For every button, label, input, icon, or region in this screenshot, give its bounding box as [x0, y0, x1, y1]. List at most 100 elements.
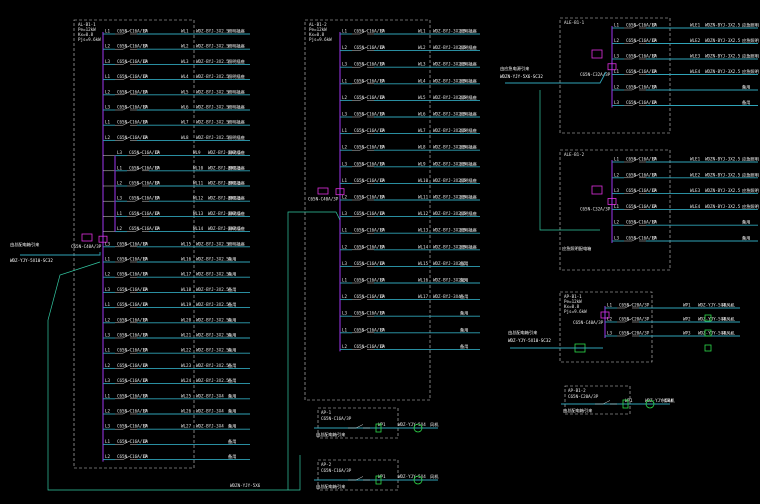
row-circuit: WP3 [683, 331, 691, 336]
row-rating: 6A [143, 409, 149, 414]
row-rating: 6A [380, 178, 386, 183]
row-rating: 6A [380, 128, 386, 133]
incoming-breaker-label: C65N-C32A/3P [580, 207, 611, 212]
row-load: 应急照明 [742, 203, 759, 210]
source-label: 由总配电箱引来 [10, 241, 40, 248]
row-cable: WDZ-BYJ-3X2.5 [196, 317, 229, 322]
row-rating: 6A [652, 100, 658, 105]
electrical-schematic: AL-B1-1Pe=12kWKx=0.8Pjs=9.6kWC65N-C40A/3… [10, 17, 759, 491]
row-rating: 6A [143, 29, 149, 34]
incoming-breaker-label: C65N-C20A/3P [568, 394, 599, 399]
row-load: 照明插座 [228, 73, 245, 80]
panel-ale-b1-2: ALE-B1-2C65N-C32A/3PL1 C65N-C16A/1P6A WLE1… [559, 149, 759, 271]
row-load: 照明插座 [228, 28, 245, 35]
row-phase: L2 [614, 172, 620, 177]
row-rating: 6A [380, 228, 386, 233]
row-load: 照明插座 [228, 164, 245, 171]
row-phase: L3 [342, 311, 348, 316]
row-phase: L1 [342, 128, 348, 133]
row-load: 照明插座 [460, 77, 477, 84]
row-load: 照明插座 [460, 44, 477, 51]
breaker-contact [602, 400, 611, 405]
row-circuit: WL3 [181, 59, 189, 64]
row-load: 排风机 [722, 316, 735, 323]
panel-id: AP-2 [321, 462, 332, 467]
row-phase: L1 [342, 228, 348, 233]
row-circuit: WP1 [378, 422, 386, 427]
row-circuit: WL15 [181, 241, 192, 246]
row-rating: 6A [380, 29, 386, 34]
row-circuit: WP1 [683, 303, 691, 308]
row-cable: WDZ-BYJ-3X2.5 [196, 29, 229, 34]
panel-ap-2: AP-2C65N-C16A/3PWP1 WDZ-YJY-5X4 风机由总配电箱引来 [314, 459, 439, 491]
row-phase: L3 [342, 161, 348, 166]
row-phase: L1 [607, 303, 613, 308]
panel-frame [559, 17, 671, 134]
row-cable: WDZ-BYJ-3X2.5 [196, 363, 229, 368]
row-phase: L3 [117, 150, 123, 155]
row-phase: L2 [117, 226, 123, 231]
row-circuit: WP1 [625, 398, 633, 403]
row-rating: 6A [143, 333, 149, 338]
row-circuit: WL13 [418, 228, 429, 233]
row-circuit: WLE1 [690, 157, 701, 162]
row-phase: L1 [614, 23, 620, 28]
ale1-source-box [591, 49, 603, 59]
row-rating: 6A [380, 145, 386, 150]
row-circuit: WL22 [181, 348, 192, 353]
row-rating: 6A [143, 348, 149, 353]
row-load: 备用 [228, 286, 236, 293]
row-load: 照明插座 [460, 144, 477, 151]
row-circuit: WL14 [193, 226, 204, 231]
row-rating: 6A [652, 172, 658, 177]
row-rating: 6A [143, 393, 149, 398]
row-load: 备用 [228, 316, 236, 323]
row-circuit: WL6 [418, 112, 426, 117]
row-circuit: WL24 [181, 378, 192, 383]
row-load: 照明插座 [460, 210, 477, 217]
row-phase: L1 [614, 204, 620, 209]
row-circuit: WL10 [418, 178, 429, 183]
panel-id: ALE-B1-1 [564, 20, 585, 25]
row-load: 应急照明 [742, 68, 759, 75]
row-load: 照明插座 [228, 195, 245, 202]
row-circuit: WL2 [181, 44, 189, 49]
row-phase: L3 [105, 424, 111, 429]
motor-starter [704, 344, 712, 352]
row-phase: L3 [105, 287, 111, 292]
row-load: 备用 [228, 301, 236, 308]
row-load: 备用 [228, 377, 236, 384]
row-rating: 6A [652, 69, 658, 74]
row-phase: L3 [342, 112, 348, 117]
row-load: 备用 [228, 408, 236, 415]
row-circuit: WL4 [418, 78, 426, 83]
ale2-source-box [591, 185, 603, 195]
ap-feeder-label: WDZ-YJY-5X10-SC32 [508, 338, 551, 343]
row-circuit: WL9 [193, 150, 201, 155]
row-phase: L2 [342, 45, 348, 50]
row-load: 照明插座 [228, 180, 245, 187]
row-cable: WDZ-BYJ-3X2.5 [196, 89, 229, 94]
panel-param-pjs: Pjs=9.6kW [78, 37, 101, 42]
row-circuit: WL17 [418, 294, 429, 299]
row-phase: L3 [105, 378, 111, 383]
row-phase: L3 [105, 59, 111, 64]
row-circuit: WL20 [181, 317, 192, 322]
row-cable: WDZN-BYJ-3X2.5 [705, 23, 741, 28]
row-circuit: WL11 [193, 181, 204, 186]
row-load: 备用 [460, 293, 468, 300]
row-phase: L1 [105, 29, 111, 34]
row-load: 备用 [228, 271, 236, 278]
row-rating: 6A [652, 85, 658, 90]
row-rating: 6A [652, 204, 658, 209]
row-circuit: WL12 [193, 196, 204, 201]
row-circuit: WLE2 [690, 172, 701, 177]
row-rating: 6A [380, 344, 386, 349]
row-phase: L1 [105, 257, 111, 262]
row-rating: 6A [380, 244, 386, 249]
row-circuit: WLE3 [690, 188, 701, 193]
row-circuit: WL16 [181, 257, 192, 262]
row-phase: L3 [342, 261, 348, 266]
row-phase: L2 [105, 135, 111, 140]
row-circuit: WL6 [181, 105, 189, 110]
